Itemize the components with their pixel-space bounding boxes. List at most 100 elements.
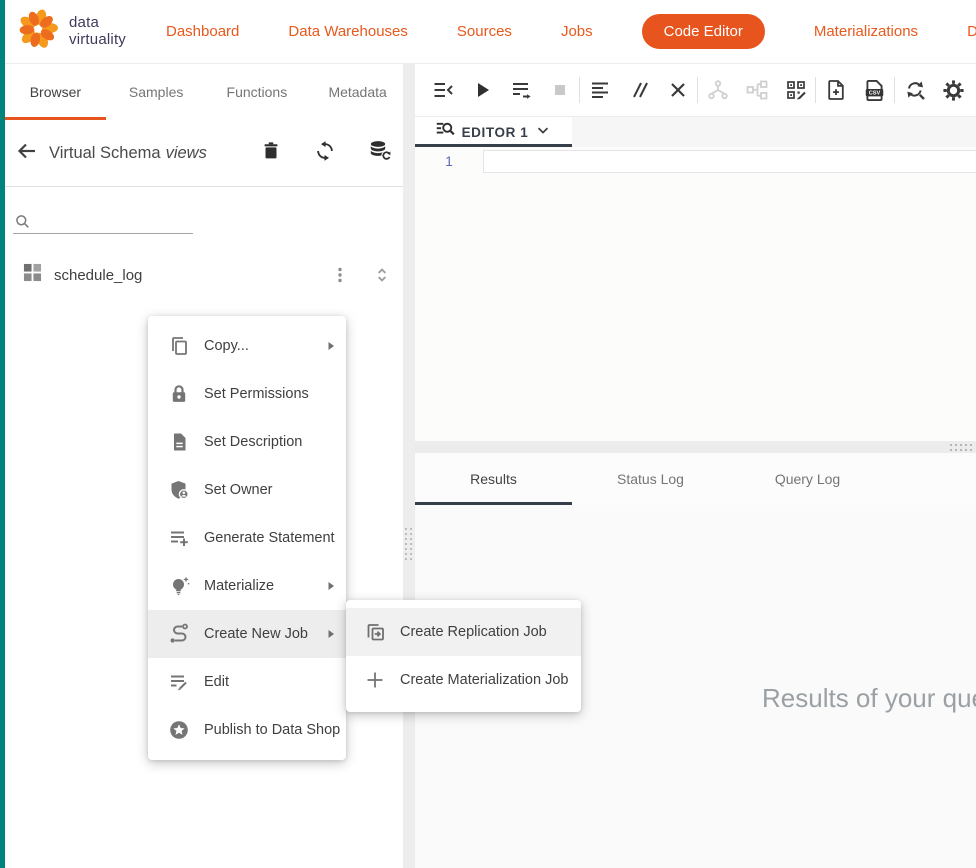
tab-samples[interactable]: Samples	[106, 64, 207, 120]
context-menu: Copy... Set Permissions Set Description	[148, 316, 346, 760]
menu-item-materialize[interactable]: Materialize	[148, 562, 346, 610]
run-icon[interactable]	[462, 70, 501, 110]
reload-metadata-button[interactable]	[366, 140, 392, 166]
nav-dashboard[interactable]: Dashboard	[166, 23, 239, 40]
nav-data-warehouses[interactable]: Data Warehouses	[288, 23, 408, 40]
menu-collapse-icon[interactable]	[423, 70, 462, 110]
manage-search-icon	[435, 119, 456, 145]
tab-status-log[interactable]: Status Log	[572, 453, 729, 505]
tab-results[interactable]: Results	[415, 453, 572, 505]
find-replace-icon[interactable]	[895, 70, 934, 110]
search-input[interactable]	[13, 211, 193, 234]
tree-item-label: schedule_log	[54, 267, 142, 284]
menu-item-label: Create Materialization Job	[400, 672, 568, 688]
menu-item-label: Set Permissions	[204, 386, 309, 402]
splitter-drag-handle	[950, 444, 972, 451]
csv-export-icon[interactable]: CSV	[855, 70, 894, 110]
tree-item-schedule-log[interactable]: schedule_log	[5, 256, 408, 294]
splitter-drag-handle	[405, 528, 413, 560]
edit-list-icon	[168, 671, 190, 693]
submenu-arrow-icon	[326, 629, 336, 639]
menu-item-publish-to-data-shop[interactable]: Publish to Data Shop	[148, 706, 346, 754]
menu-item-create-materialization-job[interactable]: Create Materialization Job	[346, 656, 581, 704]
nav-sources[interactable]: Sources	[457, 23, 512, 40]
submenu-arrow-icon	[326, 341, 336, 351]
copy-arrow-icon	[364, 621, 386, 643]
delete-schema-button[interactable]	[258, 140, 284, 166]
tab-editor-1[interactable]: EDITOR 1	[415, 117, 572, 147]
nav-data-shop[interactable]: Data Shop	[967, 23, 976, 40]
star-circle-icon	[168, 719, 190, 741]
panel-splitter-horizontal[interactable]	[415, 441, 976, 453]
create-new-job-submenu: Create Replication Job Create Materializ…	[346, 600, 581, 712]
top-navbar: datavirtuality Dashboard Data Warehouses…	[0, 0, 976, 64]
main-navigation: Dashboard Data Warehouses Sources Jobs C…	[166, 14, 976, 49]
settings-gear-icon[interactable]	[934, 70, 973, 110]
lock-icon	[168, 383, 190, 405]
panel-splitter-vertical[interactable]	[403, 64, 415, 868]
data-virtuality-logo[interactable]: datavirtuality	[16, 7, 134, 56]
menu-item-set-description[interactable]: Set Description	[148, 418, 346, 466]
nav-code-editor[interactable]: Code Editor	[642, 14, 765, 49]
menu-item-label: Materialize	[204, 578, 274, 594]
menu-item-label: Copy...	[204, 338, 249, 354]
nav-jobs[interactable]: Jobs	[561, 23, 593, 40]
menu-item-edit[interactable]: Edit	[148, 658, 346, 706]
stop-icon	[540, 70, 579, 110]
menu-item-label: Publish to Data Shop	[204, 722, 340, 738]
refresh-schema-button[interactable]	[312, 140, 338, 166]
menu-item-label: Set Description	[204, 434, 302, 450]
editor-tab-label: EDITOR 1	[462, 125, 529, 140]
close-icon[interactable]	[658, 70, 697, 110]
editor-toolbar: CSV	[415, 64, 976, 117]
results-placeholder-text: Results of your querie	[762, 683, 976, 714]
unfold-icon[interactable]	[370, 263, 394, 287]
tab-query-log[interactable]: Query Log	[729, 453, 886, 505]
menu-item-label: Edit	[204, 674, 229, 690]
menu-item-create-replication-job[interactable]: Create Replication Job	[346, 608, 581, 656]
csv-icon-label: CSV	[869, 90, 881, 96]
grid-view-icon	[23, 263, 42, 287]
back-button[interactable]	[13, 139, 41, 167]
teal-edge-accent	[0, 0, 5, 868]
nav-materializations[interactable]: Materializations	[814, 23, 918, 40]
tab-metadata[interactable]: Metadata	[307, 64, 408, 120]
database-refresh-icon	[367, 139, 392, 167]
description-icon	[168, 431, 190, 453]
submenu-arrow-icon	[326, 581, 336, 591]
tree-search	[13, 211, 193, 234]
run-script-icon[interactable]	[501, 70, 540, 110]
sidebar-tabs: Browser Samples Functions Metadata	[5, 64, 408, 120]
editor-active-line[interactable]	[483, 150, 976, 173]
lightbulb-sparkle-icon	[168, 575, 190, 597]
note-add-icon[interactable]	[816, 70, 855, 110]
tab-browser[interactable]: Browser	[5, 64, 106, 120]
playlist-add-icon	[168, 527, 190, 549]
format-slash-icon[interactable]	[619, 70, 658, 110]
editor-tabs: EDITOR 1	[415, 117, 976, 147]
item-kebab-menu-button[interactable]	[328, 263, 352, 287]
shield-person-icon	[168, 479, 190, 501]
chevron-down-icon[interactable]	[534, 121, 552, 144]
code-editor-panel: CSV	[415, 64, 976, 868]
copy-icon	[168, 335, 190, 357]
menu-item-copy[interactable]: Copy...	[148, 322, 346, 370]
trash-icon	[260, 140, 282, 167]
menu-item-generate-statement[interactable]: Generate Statement	[148, 514, 346, 562]
schema-header: Virtual Schemaviews	[5, 120, 408, 187]
menu-item-set-permissions[interactable]: Set Permissions	[148, 370, 346, 418]
schema-title: Virtual Schemaviews	[49, 144, 207, 163]
plus-icon	[364, 669, 386, 691]
back-arrow-icon	[15, 139, 39, 168]
qr-edit-icon[interactable]	[776, 70, 815, 110]
line-number: 1	[415, 153, 483, 169]
logo-wordmark: datavirtuality	[69, 15, 126, 47]
menu-item-label: Set Owner	[204, 482, 273, 498]
menu-item-create-new-job[interactable]: Create New Job	[148, 610, 346, 658]
format-align-icon[interactable]	[580, 70, 619, 110]
code-editor-area[interactable]: 1	[415, 147, 976, 441]
menu-item-set-owner[interactable]: Set Owner	[148, 466, 346, 514]
logo-starburst-icon	[16, 7, 60, 56]
schema-tree-icon	[737, 70, 776, 110]
tab-functions[interactable]: Functions	[207, 64, 308, 120]
